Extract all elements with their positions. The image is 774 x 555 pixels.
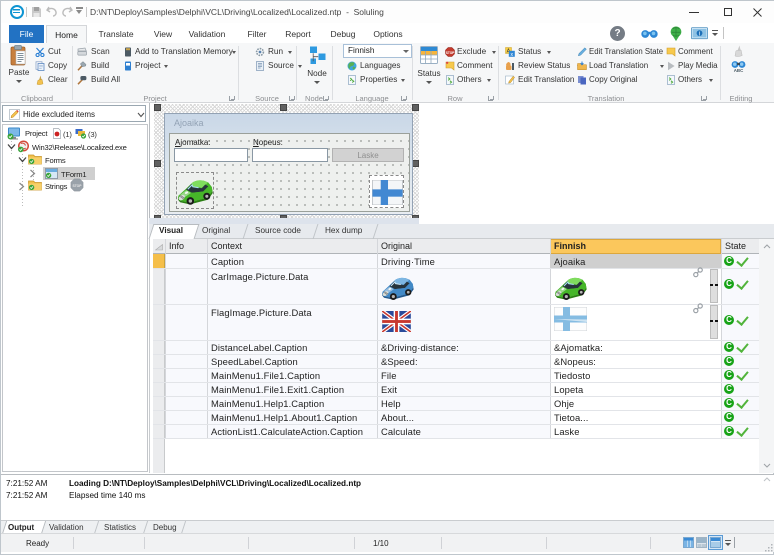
svg-text:STOP: STOP [446,50,455,54]
svg-text:ABC: ABC [734,68,744,73]
svg-text:STOP: STOP [72,184,82,188]
svg-text:i: i [699,31,700,37]
